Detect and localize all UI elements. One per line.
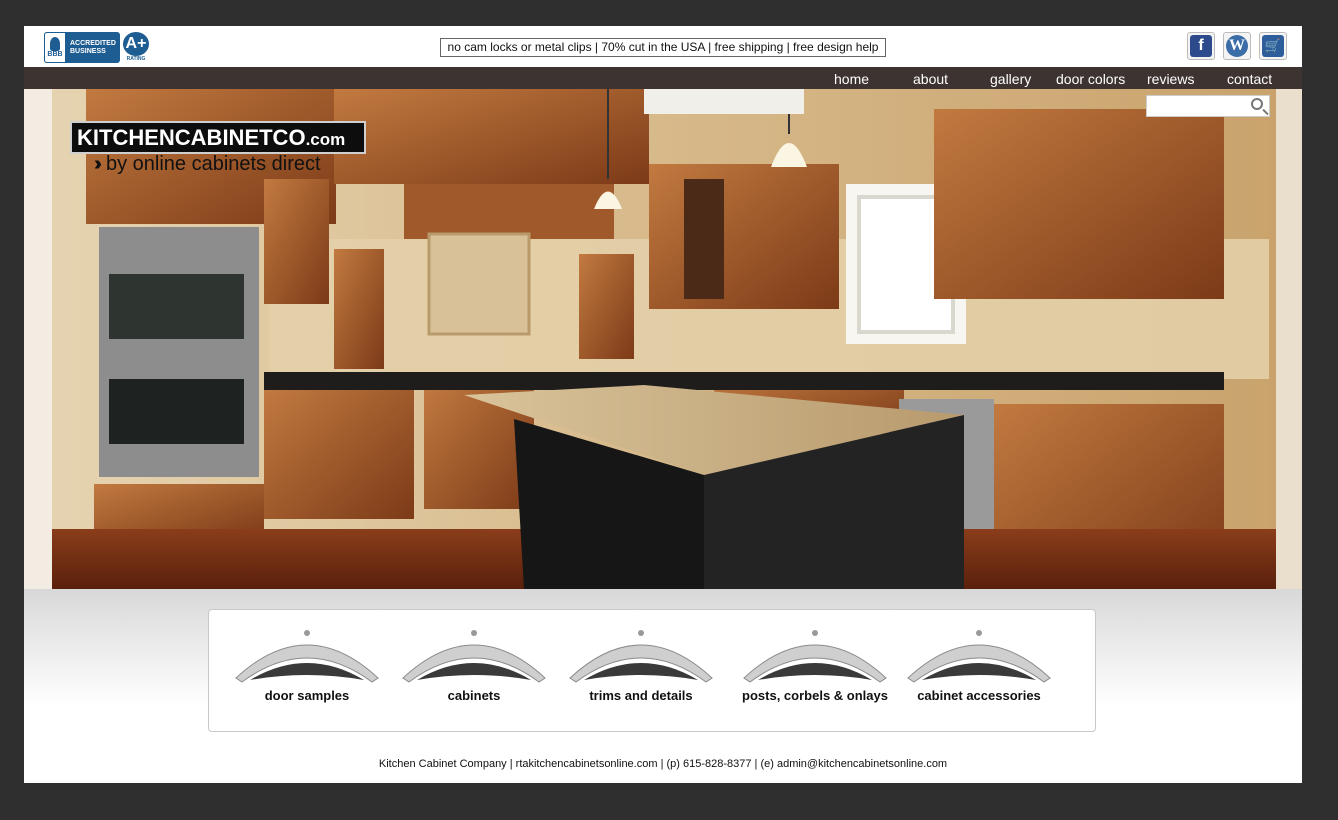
category-panel: door samples cabinets trims and details bbox=[208, 609, 1096, 732]
category-cabinet-accessories[interactable]: cabinet accessories bbox=[894, 626, 1064, 703]
rating-label: RATING bbox=[126, 56, 146, 62]
cart-link[interactable]: 🛒 bbox=[1259, 32, 1287, 60]
site-logo[interactable]: KITCHENCABINETCO.com bbox=[70, 121, 366, 154]
category-label: trims and details bbox=[589, 688, 693, 703]
hero-kitchen-image: KITCHENCABINETCO.com ››› by online cabin… bbox=[24, 89, 1302, 589]
rating-grade: A+ bbox=[123, 32, 149, 56]
category-label: cabinets bbox=[447, 688, 501, 703]
chevron-right-icon: ››› bbox=[94, 153, 102, 175]
nav-gallery[interactable]: gallery bbox=[990, 67, 1031, 89]
bbb-accreditation-badge[interactable]: BBB ACCREDITED BUSINESS A+ RATING bbox=[44, 31, 150, 64]
lower-section: door samples cabinets trims and details bbox=[24, 589, 1302, 783]
category-cabinets[interactable]: cabinets bbox=[391, 626, 557, 703]
category-label: cabinet accessories bbox=[917, 688, 1041, 703]
bbb-text-accredited: ACCREDITED bbox=[70, 39, 116, 47]
cup-pull-icon bbox=[402, 630, 546, 683]
wordpress-icon: W bbox=[1226, 35, 1248, 57]
main-nav: home about gallery door colors reviews c… bbox=[24, 67, 1302, 89]
logo-domain: .com bbox=[305, 130, 346, 149]
category-label: posts, corbels & onlays bbox=[742, 688, 888, 703]
search-icon[interactable] bbox=[1251, 98, 1263, 110]
nav-home[interactable]: home bbox=[834, 67, 869, 89]
category-posts-corbels-onlays[interactable]: posts, corbels & onlays bbox=[729, 626, 901, 703]
facebook-icon: f bbox=[1190, 35, 1212, 57]
facebook-link[interactable]: f bbox=[1187, 32, 1215, 60]
category-label: door samples bbox=[264, 688, 350, 703]
cart-icon: 🛒 bbox=[1262, 35, 1284, 57]
nav-about[interactable]: about bbox=[913, 67, 948, 89]
logo-main-text: KITCHENCABINETCO bbox=[77, 125, 306, 150]
cup-pull-icon bbox=[743, 630, 887, 683]
search-input[interactable] bbox=[1149, 97, 1249, 117]
nav-contact[interactable]: contact bbox=[1227, 67, 1272, 89]
category-door-samples[interactable]: door samples bbox=[224, 626, 390, 703]
bbb-torch-icon: BBB bbox=[44, 32, 66, 63]
wordpress-link[interactable]: W bbox=[1223, 32, 1251, 60]
footer-contact: Kitchen Cabinet Company | rtakitchencabi… bbox=[378, 758, 948, 770]
cup-pull-icon bbox=[235, 630, 379, 683]
category-trims-and-details[interactable]: trims and details bbox=[558, 626, 724, 703]
bbb-logo: BBB ACCREDITED BUSINESS bbox=[44, 32, 120, 63]
search-box bbox=[1146, 95, 1270, 117]
bbb-rating: A+ RATING bbox=[123, 32, 149, 63]
tagline-text: by online cabinets direct bbox=[105, 153, 321, 175]
cup-pull-icon bbox=[907, 630, 1051, 683]
logo-tagline: ››› by online cabinets direct bbox=[94, 153, 321, 176]
nav-door-colors[interactable]: door colors bbox=[1056, 67, 1125, 89]
bbb-text-business: BUSINESS bbox=[70, 47, 106, 55]
page-container: BBB ACCREDITED BUSINESS A+ RATING no cam… bbox=[24, 26, 1302, 783]
nav-reviews[interactable]: reviews bbox=[1147, 67, 1194, 89]
cup-pull-icon bbox=[569, 630, 713, 683]
promo-banner: no cam locks or metal clips | 70% cut in… bbox=[440, 38, 886, 57]
